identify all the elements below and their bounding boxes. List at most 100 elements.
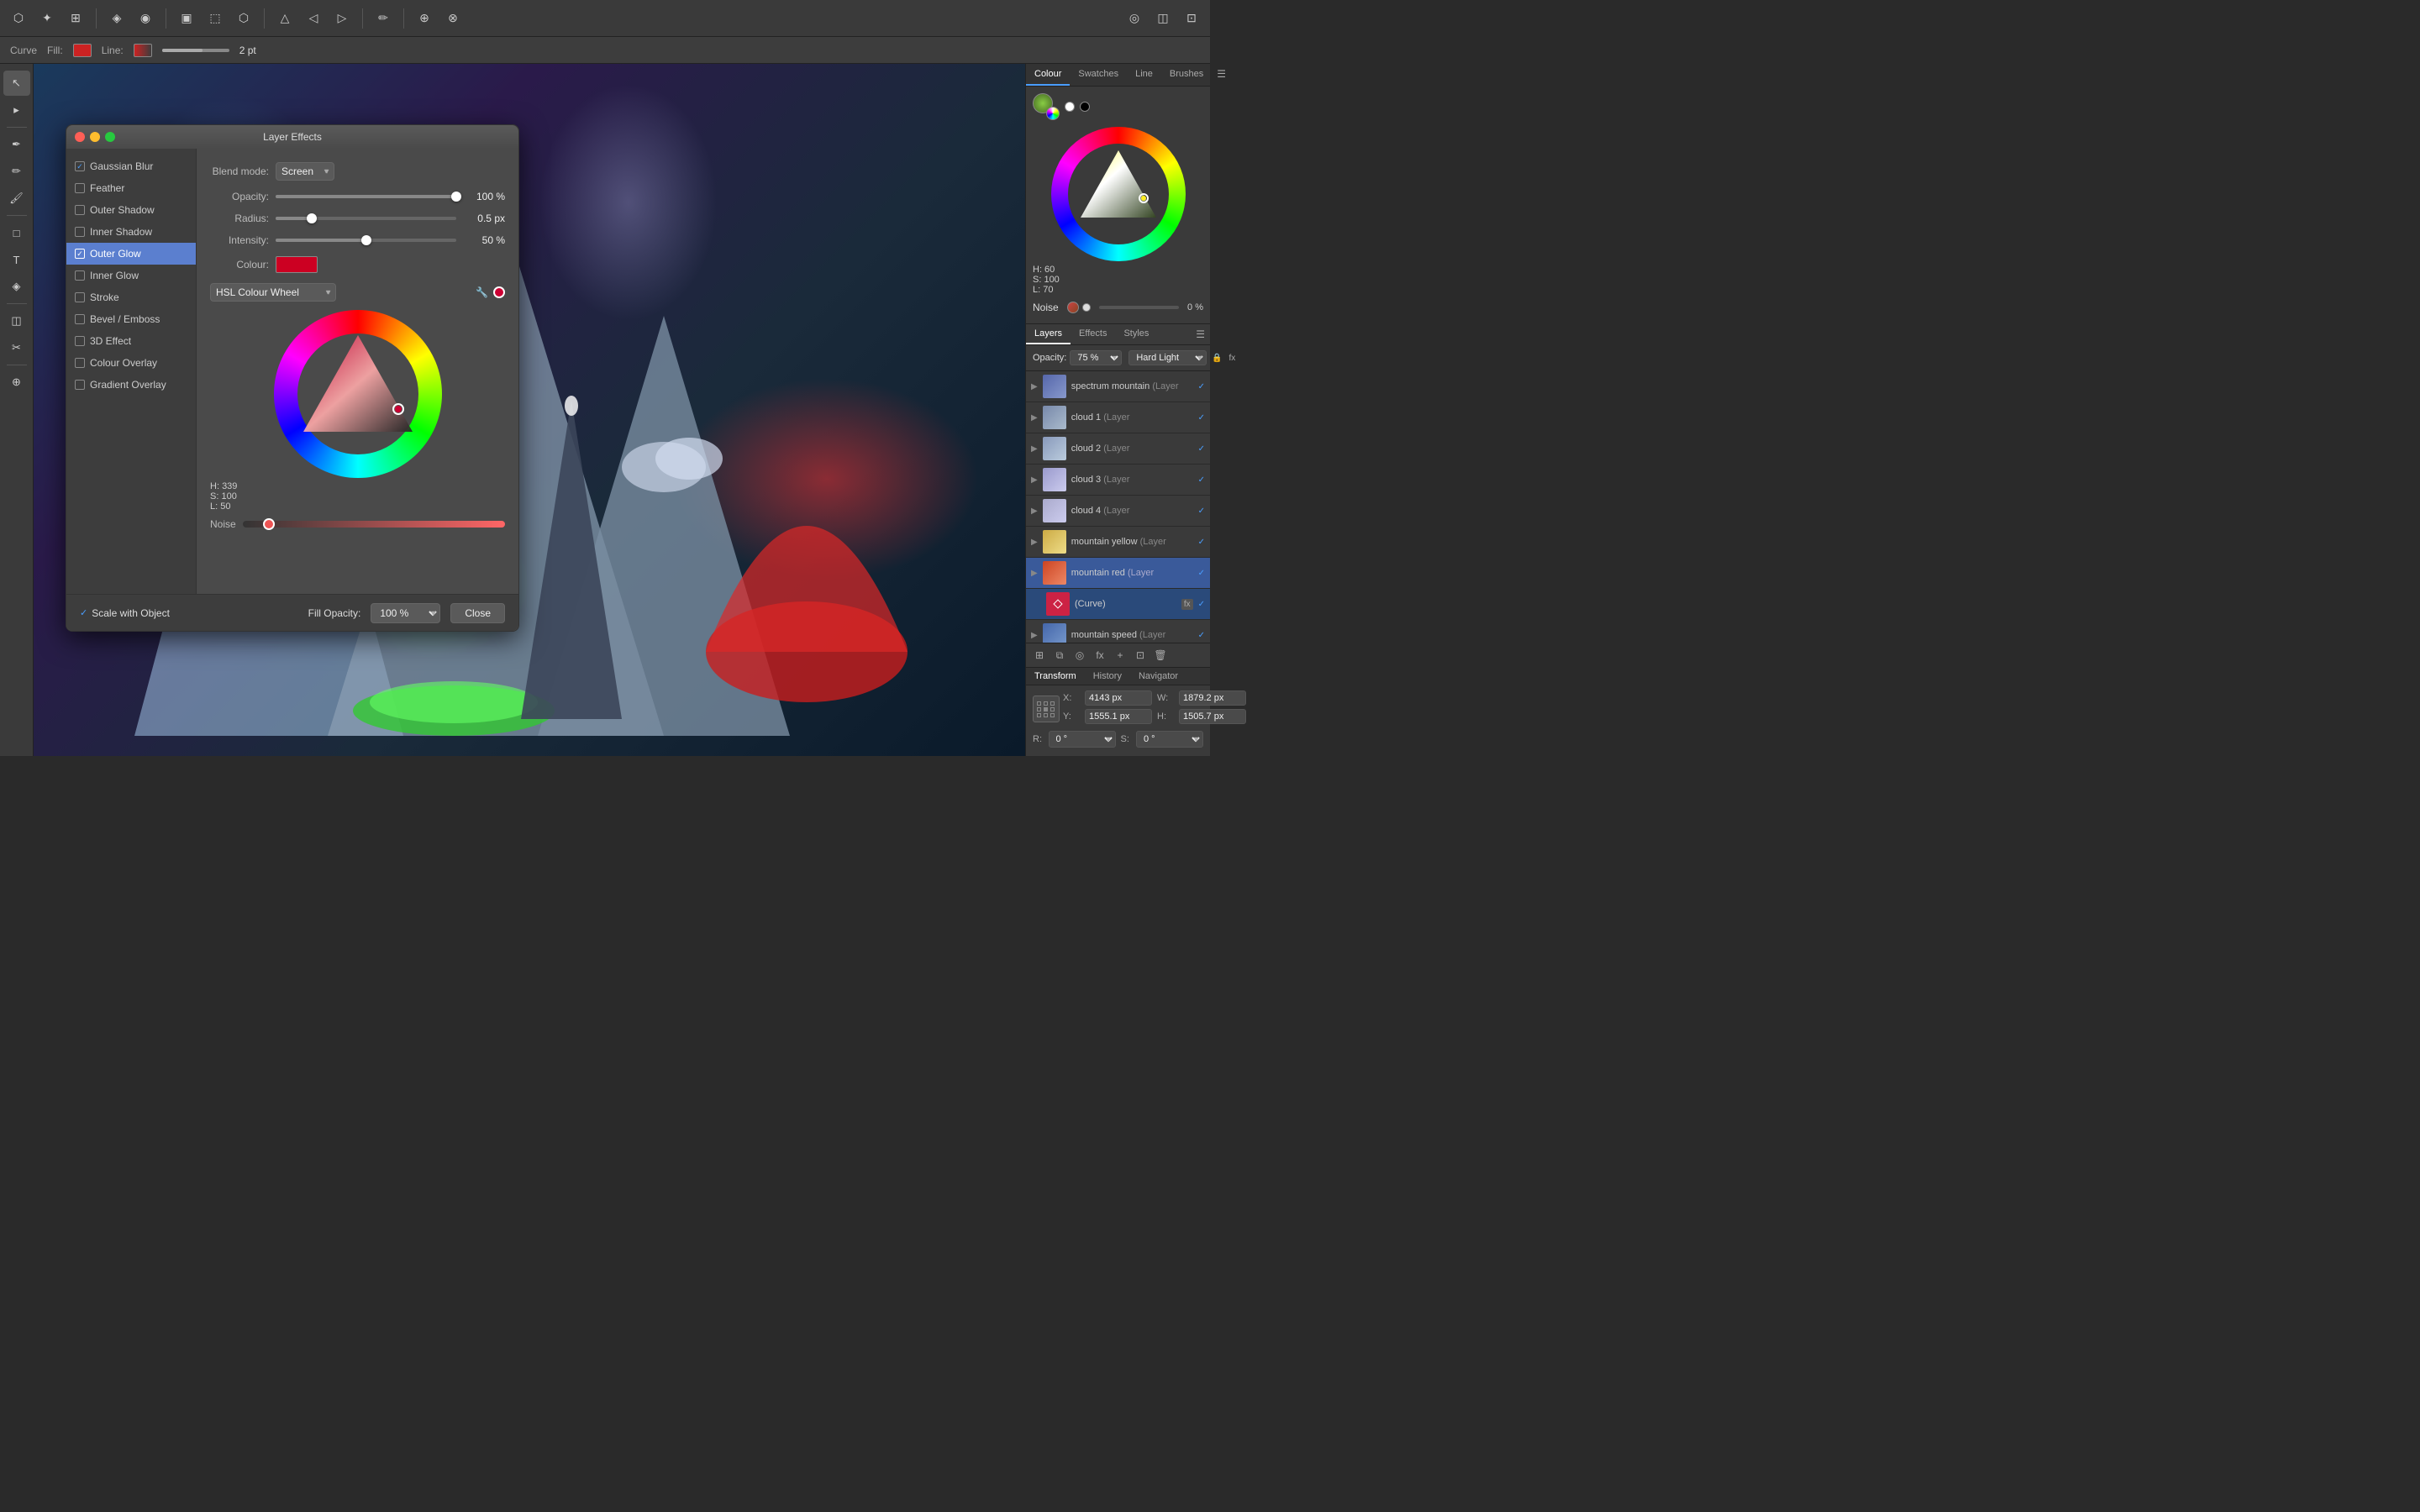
gradient-tool[interactable]: ◫ (3, 308, 30, 333)
color-wheel-svg[interactable] (274, 310, 442, 478)
shape-tool[interactable]: □ (3, 220, 30, 245)
studio-icon[interactable]: ◫ (1151, 7, 1175, 30)
layer-mountain-speed[interactable]: ▶ mountain speed (Layer ✓ (1026, 620, 1210, 643)
background-swatch[interactable] (1046, 107, 1060, 120)
opacity-select-wrapper[interactable]: 75 % 100 % 50 % (1070, 350, 1122, 365)
blend-mode-select[interactable]: Screen Normal Multiply Overlay (276, 162, 334, 181)
scissors-tool[interactable]: ✂ (3, 335, 30, 360)
tab-line[interactable]: Line (1127, 64, 1161, 86)
layer-expand-arrow-cloud3[interactable]: ▶ (1031, 475, 1038, 485)
right-panel-color-wheel[interactable] (1051, 127, 1186, 261)
more-icon[interactable]: ⊡ (1180, 7, 1203, 30)
tab-layers[interactable]: Layers (1026, 324, 1071, 344)
layer-spectrum-mountain[interactable]: ▶ spectrum mountain (Layer ✓ (1026, 371, 1210, 402)
layer-cloud-2[interactable]: ▶ cloud 2 (Layer ✓ (1026, 433, 1210, 465)
opacity-select[interactable]: 75 % 100 % 50 % (1070, 350, 1122, 365)
layer-delete-icon[interactable]: 🗑 (1152, 647, 1169, 664)
transform-s-select[interactable]: 0 ° (1136, 731, 1203, 748)
layer-expand-arrow-mountain-red[interactable]: ▶ (1031, 569, 1038, 578)
blend-mode-select-layers[interactable]: Hard Light Normal Screen Multiply (1128, 350, 1207, 365)
brush-tool[interactable]: 🖌 (3, 186, 30, 211)
effect-inner-shadow[interactable]: Inner Shadow (66, 221, 196, 243)
layer-expand-arrow-mountain-speed[interactable]: ▶ (1031, 631, 1038, 640)
effect-3d-checkbox[interactable] (75, 336, 85, 346)
effect-bevel-emboss-checkbox[interactable] (75, 314, 85, 324)
line-width-slider[interactable] (162, 49, 229, 52)
noise-thumb[interactable] (263, 518, 275, 530)
layer-duplicate-icon[interactable]: ⧉ (1051, 647, 1068, 664)
lasso-icon[interactable]: ⬚ (203, 7, 227, 30)
select-tool[interactable]: ↖ (3, 71, 30, 96)
effect-gradient-overlay-checkbox[interactable] (75, 380, 85, 390)
layer-curve[interactable]: (Curve) fx ✓ (1026, 589, 1210, 620)
colour-swatch[interactable] (276, 256, 318, 273)
transform-r-select[interactable]: 0 ° (1049, 731, 1116, 748)
tab-history[interactable]: History (1085, 668, 1130, 685)
blend-mode-select-wrapper[interactable]: Screen Normal Multiply Overlay ▼ (276, 162, 334, 181)
transform-w-input[interactable] (1179, 690, 1246, 706)
fill-swatch[interactable] (73, 44, 92, 57)
black-swatch[interactable] (1080, 102, 1090, 112)
panel-menu-icon[interactable]: ☰ (1212, 64, 1231, 86)
minimize-window-dot[interactable] (90, 132, 100, 142)
fx-icon[interactable]: fx (1225, 351, 1239, 365)
layer-add-icon[interactable]: + (1112, 647, 1128, 664)
color-mode-select-wrapper[interactable]: HSL Colour Wheel RGB Sliders ▼ (210, 283, 336, 302)
layer-mountain-yellow[interactable]: ▶ mountain yellow (Layer ✓ (1026, 527, 1210, 558)
grid-icon[interactable]: ⊞ (64, 7, 87, 30)
align-icon[interactable]: △ (273, 7, 297, 30)
layer-cloud-1[interactable]: ▶ cloud 1 (Layer ✓ (1026, 402, 1210, 433)
fill-opacity-select[interactable]: 100 % 75 % 50 % (371, 603, 440, 623)
noise-slider[interactable] (243, 521, 505, 528)
layer-fx-action-icon[interactable]: fx (1092, 647, 1108, 664)
pen-icon[interactable]: ✏ (371, 7, 395, 30)
color-mode-select[interactable]: HSL Colour Wheel RGB Sliders (210, 283, 336, 302)
fill-opacity-select-wrapper[interactable]: 100 % 75 % 50 % ▼ (371, 603, 440, 623)
effect-outer-shadow[interactable]: Outer Shadow (66, 199, 196, 221)
effect-feather-checkbox[interactable] (75, 183, 85, 193)
layer-expand-arrow-cloud1[interactable]: ▶ (1031, 413, 1038, 423)
effect-bevel-emboss[interactable]: Bevel / Emboss (66, 308, 196, 330)
effect-gaussian-blur-checkbox[interactable]: ✓ (75, 161, 85, 171)
layers-menu-icon[interactable]: ☰ (1191, 324, 1210, 344)
fill-tool[interactable]: ◈ (3, 274, 30, 299)
tab-styles[interactable]: Styles (1115, 324, 1157, 344)
transform-r-select-wrapper[interactable]: 0 ° ▼ (1049, 731, 1116, 748)
transform-x-input[interactable] (1085, 690, 1152, 706)
white-swatch[interactable] (1065, 102, 1075, 112)
flip-icon[interactable]: ◁ (302, 7, 325, 30)
new-doc-icon[interactable]: ✦ (35, 7, 59, 30)
move-icon[interactable]: ⬡ (232, 7, 255, 30)
effect-outer-shadow-checkbox[interactable] (75, 205, 85, 215)
blend-mode-select-wrapper-layers[interactable]: Hard Light Normal Screen Multiply ▼ (1128, 350, 1207, 365)
export-icon[interactable]: ▷ (330, 7, 354, 30)
effect-inner-glow-checkbox[interactable] (75, 270, 85, 281)
transform-y-input[interactable] (1085, 709, 1152, 724)
effect-stroke[interactable]: Stroke (66, 286, 196, 308)
tab-transform[interactable]: Transform (1026, 668, 1085, 685)
eyedropper-icon[interactable]: 🔧 (476, 286, 488, 298)
effect-colour-overlay[interactable]: Colour Overlay (66, 352, 196, 374)
layer-stack-icon[interactable]: ⊞ (1031, 647, 1048, 664)
search-right-icon[interactable]: ◎ (1123, 7, 1146, 30)
layer-mountain-red[interactable]: ▶ mountain red (Layer ✓ (1026, 558, 1210, 589)
layer-cloud-3[interactable]: ▶ cloud 3 (Layer ✓ (1026, 465, 1210, 496)
pen-tool[interactable]: ✒ (3, 132, 30, 157)
effect-inner-shadow-checkbox[interactable] (75, 227, 85, 237)
marquee-icon[interactable]: ▣ (175, 7, 198, 30)
tab-brushes[interactable]: Brushes (1161, 64, 1212, 86)
effect-outer-glow[interactable]: ✓ Outer Glow (66, 243, 196, 265)
zoom-tool[interactable]: ⊕ (3, 370, 30, 395)
layer-expand-arrow-cloud2[interactable]: ▶ (1031, 444, 1038, 454)
close-button[interactable]: Close (450, 603, 505, 623)
effect-gradient-overlay[interactable]: Gradient Overlay (66, 374, 196, 396)
persona-1[interactable]: ◈ (105, 7, 129, 30)
persona-2[interactable]: ◉ (134, 7, 157, 30)
pencil-tool[interactable]: ✏ (3, 159, 30, 184)
fg-bg-swatches[interactable] (1033, 93, 1060, 120)
effect-3d[interactable]: 3D Effect (66, 330, 196, 352)
tab-swatches[interactable]: Swatches (1070, 64, 1127, 86)
intensity-slider[interactable] (276, 239, 456, 242)
node-tool[interactable]: ▸ (3, 97, 30, 123)
tab-effects[interactable]: Effects (1071, 324, 1115, 344)
